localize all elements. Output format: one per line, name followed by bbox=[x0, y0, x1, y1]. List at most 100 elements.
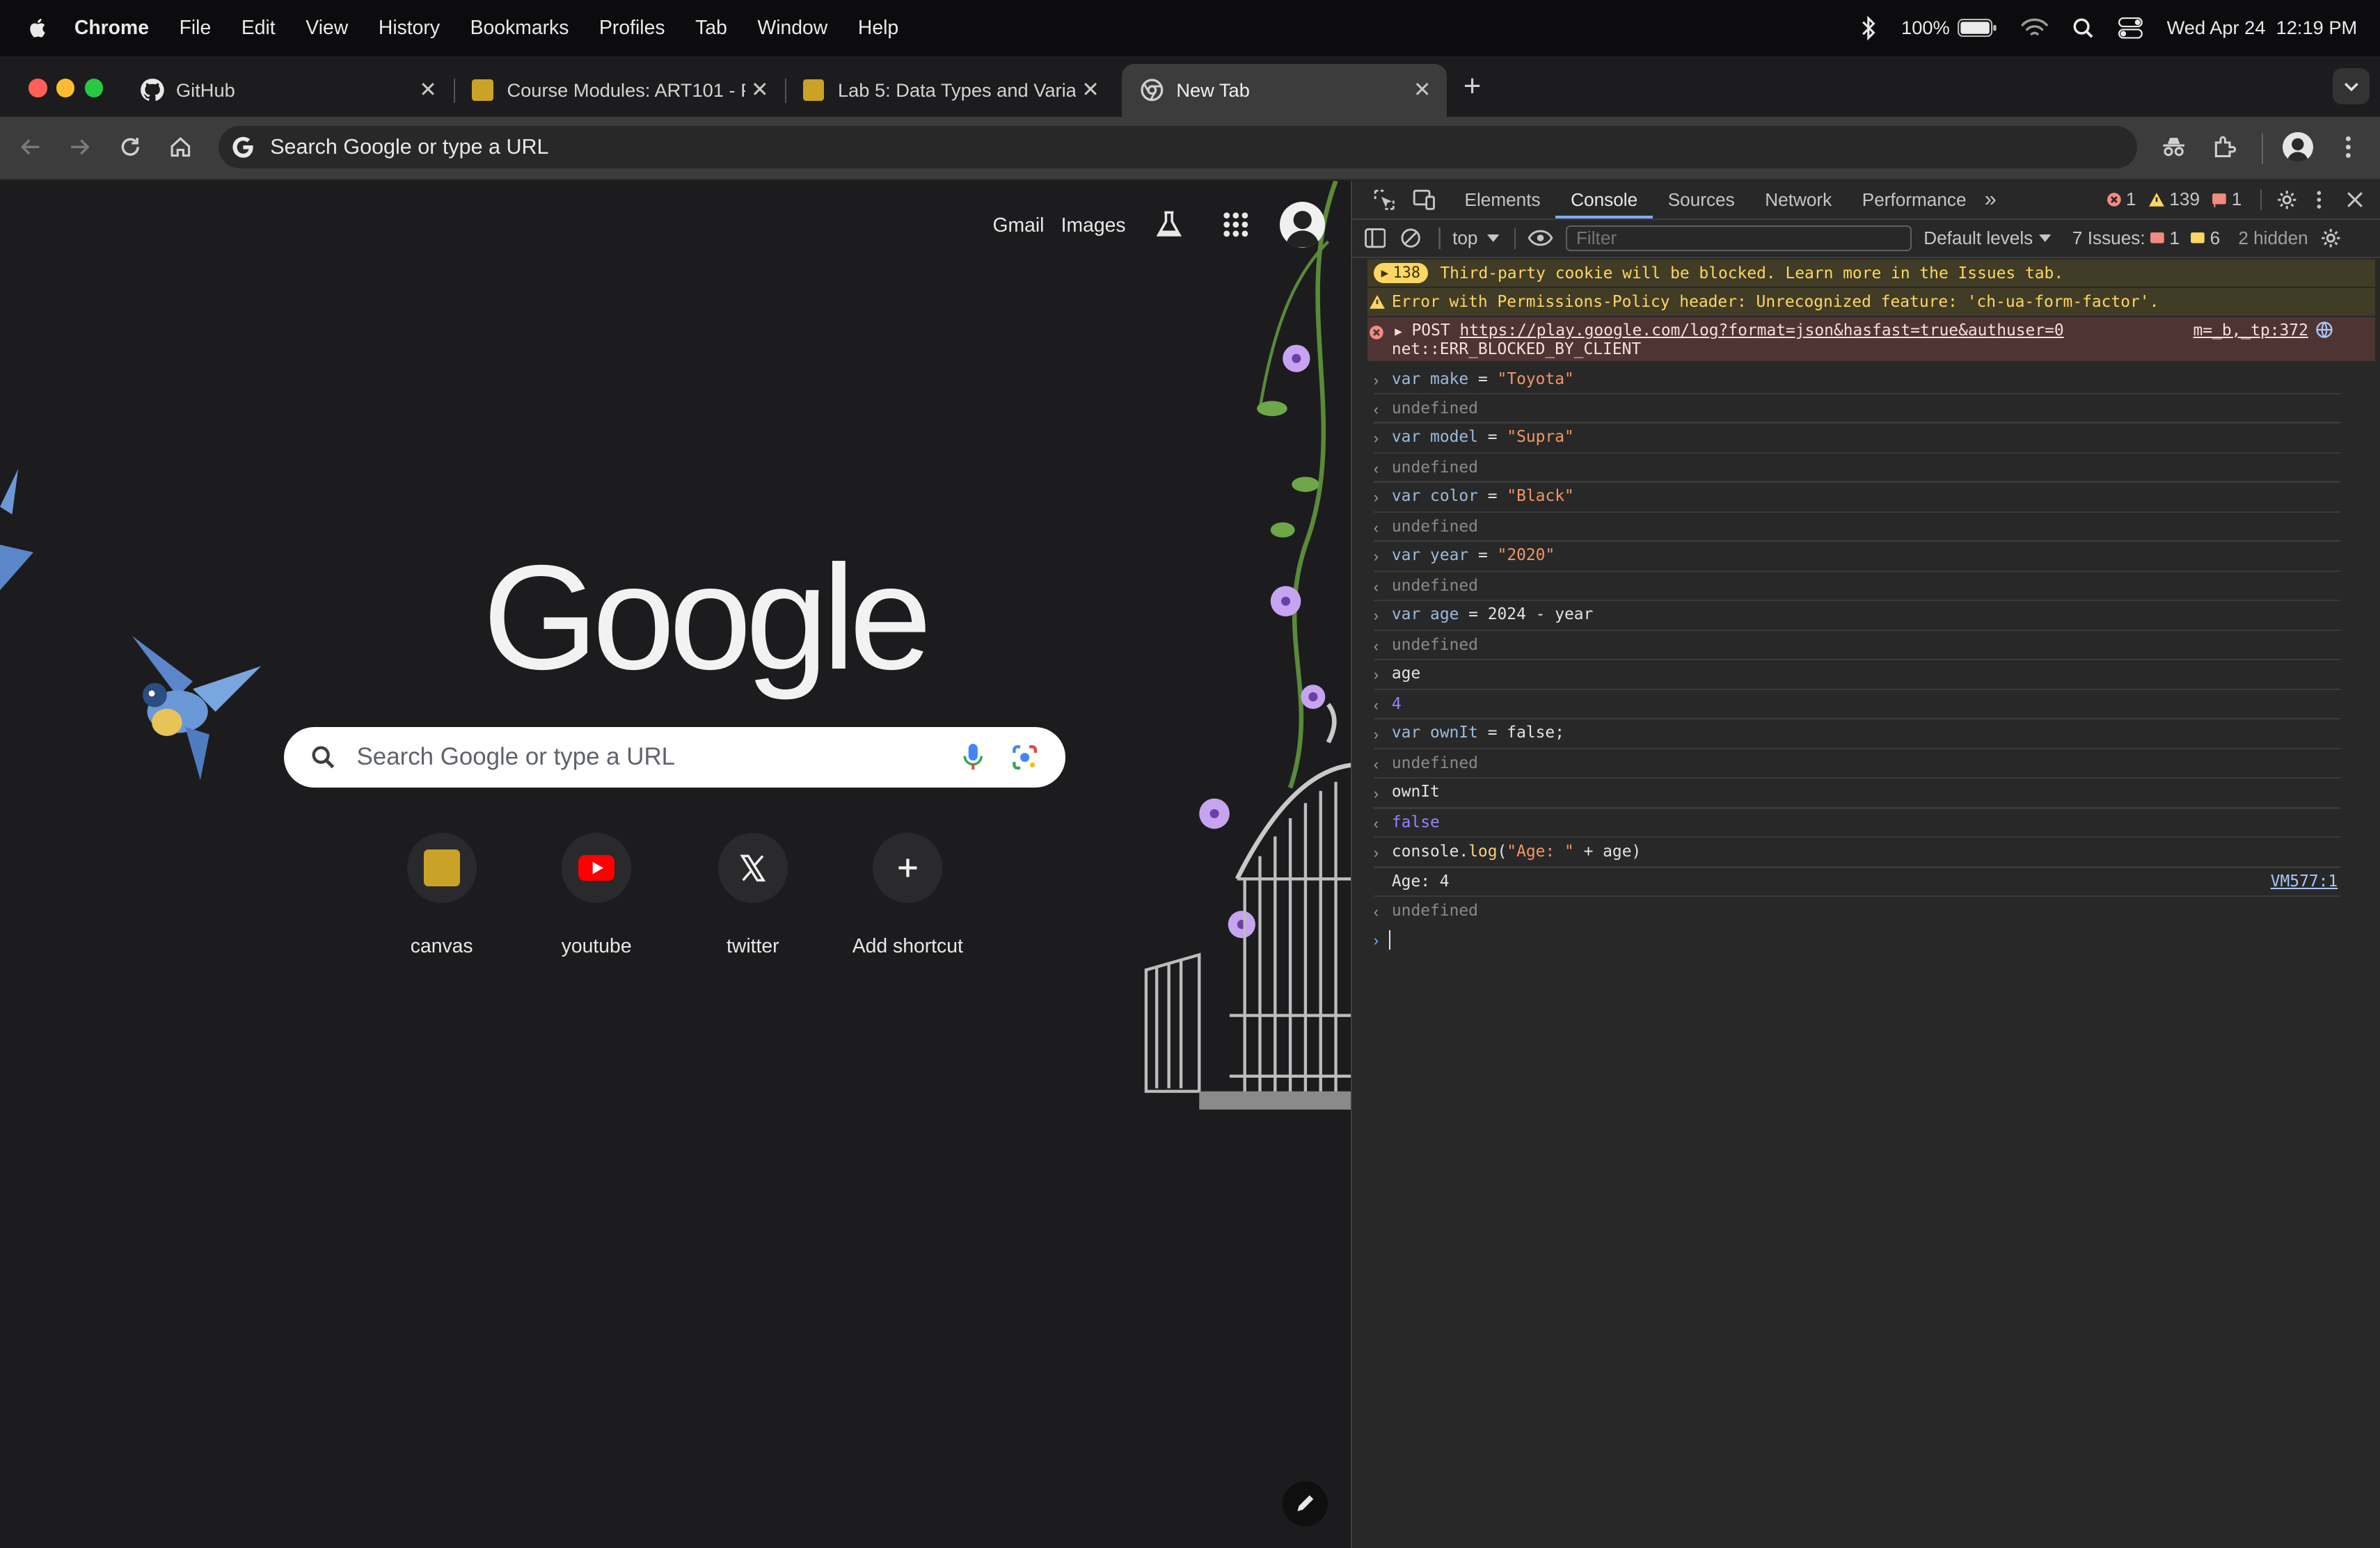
apple-logo-icon[interactable] bbox=[26, 16, 50, 40]
window-zoom-button[interactable] bbox=[85, 79, 104, 97]
console-input-row[interactable]: age bbox=[1392, 664, 1420, 683]
console-prompt-input[interactable] bbox=[1388, 930, 1390, 950]
warning-count-badge[interactable]: 139 bbox=[2148, 189, 2200, 210]
tab-lab5[interactable]: Lab 5: Data Types and Variab ✕ bbox=[783, 64, 1113, 117]
post-source-link[interactable]: m=_b,_tp:372 bbox=[2193, 321, 2308, 340]
menu-edit[interactable]: Edit bbox=[241, 17, 276, 40]
google-lens-icon[interactable] bbox=[1011, 744, 1038, 771]
voice-search-mic-icon[interactable] bbox=[962, 742, 984, 773]
tab-new-tab[interactable]: New Tab ✕ bbox=[1121, 63, 1447, 117]
tab-course-modules[interactable]: Course Modules: ART101 - Pr ✕ bbox=[452, 64, 783, 117]
devtools-tab-network[interactable]: Network bbox=[1750, 181, 1847, 219]
error-count: 1 bbox=[2125, 189, 2136, 210]
extensions-puzzle-icon[interactable] bbox=[2207, 129, 2243, 165]
console-input-row[interactable]: var color = "Black" bbox=[1392, 487, 1574, 505]
gmail-link[interactable]: Gmail bbox=[992, 214, 1044, 237]
post-url-link[interactable]: https://play.google.com/log?format=json&… bbox=[1459, 321, 2063, 340]
customize-chrome-pencil-icon[interactable] bbox=[1283, 1481, 1328, 1527]
menu-history[interactable]: History bbox=[379, 17, 440, 40]
menu-view[interactable]: View bbox=[306, 17, 348, 40]
tab-close-icon[interactable]: ✕ bbox=[745, 78, 774, 102]
reload-icon[interactable] bbox=[112, 129, 148, 165]
console-settings-gear-icon[interactable] bbox=[2320, 228, 2342, 249]
forward-arrow-icon[interactable] bbox=[62, 129, 98, 165]
window-close-button[interactable] bbox=[29, 79, 47, 97]
images-link[interactable]: Images bbox=[1061, 214, 1126, 237]
ntp-search-box[interactable]: Search Google or type a URL bbox=[283, 726, 1066, 788]
clock-datetime[interactable]: Wed Apr 24 12:19 PM bbox=[2167, 17, 2358, 39]
shortcut-canvas[interactable]: canvas bbox=[366, 833, 518, 957]
tab-close-icon[interactable]: ✕ bbox=[1076, 78, 1105, 102]
tab-github[interactable]: GitHub ✕ bbox=[121, 64, 452, 117]
menu-app-name[interactable]: Chrome bbox=[74, 17, 149, 40]
console-warning-permissions[interactable]: Error with Permissions-Policy header: Un… bbox=[1367, 288, 2376, 316]
shortcut-twitter[interactable]: twitter bbox=[677, 833, 829, 957]
back-arrow-icon[interactable] bbox=[12, 129, 48, 165]
control-center-icon[interactable] bbox=[2118, 17, 2143, 39]
devtools-kebab-menu-icon[interactable] bbox=[2316, 190, 2322, 209]
devtools-tab-performance[interactable]: Performance bbox=[1847, 181, 1981, 219]
window-minimize-button[interactable] bbox=[56, 79, 74, 97]
tab-close-icon[interactable]: ✕ bbox=[413, 78, 443, 102]
console-input-row[interactable]: ownIt bbox=[1392, 783, 1440, 801]
spotlight-search-icon[interactable] bbox=[2072, 17, 2094, 39]
console-warning-cookie[interactable]: ▶ 138 Third-party cookie will be blocked… bbox=[1367, 259, 2376, 287]
devtools-close-icon[interactable] bbox=[2347, 191, 2363, 208]
chrome-menu-kebab-icon[interactable] bbox=[2330, 129, 2366, 165]
device-toolbar-icon[interactable] bbox=[1413, 189, 1437, 211]
shortcut-label: canvas bbox=[410, 934, 473, 957]
clear-console-icon[interactable] bbox=[1401, 228, 1420, 248]
console-input-row[interactable]: console.log("Age: " + age) bbox=[1392, 843, 1641, 861]
expand-triangle-icon[interactable]: ▶ bbox=[1395, 325, 1402, 339]
network-globe-icon[interactable] bbox=[2316, 321, 2333, 339]
tab-search-chevron-icon[interactable] bbox=[2333, 68, 2370, 105]
console-input-row[interactable]: var ownIt = false; bbox=[1392, 724, 1564, 742]
console-input-row[interactable]: var make = "Toyota" bbox=[1392, 370, 1574, 388]
incognito-extension-icon[interactable] bbox=[2155, 129, 2191, 165]
console-input-row[interactable]: var year = "2020" bbox=[1392, 546, 1555, 564]
console-filter-input[interactable] bbox=[1565, 225, 1912, 251]
plus-icon bbox=[873, 833, 943, 903]
google-account-avatar[interactable] bbox=[1279, 202, 1326, 248]
issues-summary[interactable]: 7 Issues: 1 6 bbox=[2072, 228, 2220, 249]
shortcut-youtube[interactable]: youtube bbox=[521, 833, 672, 957]
labs-flask-icon[interactable] bbox=[1154, 209, 1187, 243]
menu-help[interactable]: Help bbox=[858, 17, 898, 40]
error-count-badge[interactable]: 1 bbox=[2107, 189, 2136, 210]
more-tabs-chevron-icon[interactable]: » bbox=[1985, 187, 1997, 212]
home-icon[interactable] bbox=[162, 129, 198, 165]
menu-file[interactable]: File bbox=[180, 17, 212, 40]
tab-title: Lab 5: Data Types and Variab bbox=[837, 79, 1077, 101]
omnibox[interactable]: Search Google or type a URL bbox=[219, 126, 2137, 169]
wifi-icon[interactable] bbox=[2021, 17, 2049, 39]
tab-strip: GitHub ✕ Course Modules: ART101 - Pr ✕ L… bbox=[0, 57, 2380, 117]
console-error-post[interactable]: ▶ POST https://play.google.com/log?forma… bbox=[1367, 317, 2376, 362]
sidebar-toggle-icon[interactable] bbox=[1364, 228, 1386, 248]
menu-window[interactable]: Window bbox=[757, 17, 827, 40]
log-source-link[interactable]: VM577:1 bbox=[2271, 872, 2338, 891]
menu-bookmarks[interactable]: Bookmarks bbox=[470, 17, 569, 40]
devtools-tab-sources[interactable]: Sources bbox=[1653, 181, 1750, 219]
console-input-row[interactable]: var age = 2024 - year bbox=[1392, 605, 1593, 623]
inspect-element-icon[interactable] bbox=[1374, 189, 1395, 211]
live-expression-eye-icon[interactable] bbox=[1528, 230, 1553, 246]
battery-icon[interactable] bbox=[1957, 19, 1997, 38]
menu-profiles[interactable]: Profiles bbox=[599, 17, 665, 40]
new-tab-plus-icon[interactable]: + bbox=[1456, 71, 1489, 105]
log-levels-dropdown[interactable]: Default levels bbox=[1923, 228, 2052, 249]
console-input-row[interactable]: var model = "Supra" bbox=[1392, 428, 1574, 446]
issues-count-badge[interactable]: 1 bbox=[2212, 189, 2242, 210]
shortcut-add[interactable]: Add shortcut bbox=[832, 833, 983, 957]
menu-tab[interactable]: Tab bbox=[695, 17, 727, 40]
tab-close-icon[interactable]: ✕ bbox=[1407, 78, 1438, 102]
profile-avatar[interactable] bbox=[2283, 131, 2313, 163]
bluetooth-icon[interactable] bbox=[1862, 15, 1877, 40]
devtools-tab-console[interactable]: Console bbox=[1555, 181, 1653, 219]
context-selector[interactable]: top bbox=[1452, 228, 1499, 249]
post-error-detail: net::ERR_BLOCKED_BY_CLIENT bbox=[1391, 340, 1642, 358]
google-apps-grid-icon[interactable] bbox=[1221, 209, 1254, 243]
devtools-settings-gear-icon[interactable] bbox=[2276, 189, 2298, 211]
devtools-tab-elements[interactable]: Elements bbox=[1450, 181, 1556, 219]
omnibox-placeholder: Search Google or type a URL bbox=[270, 135, 549, 159]
cookie-warning-group-badge[interactable]: ▶ 138 bbox=[1373, 263, 1428, 283]
